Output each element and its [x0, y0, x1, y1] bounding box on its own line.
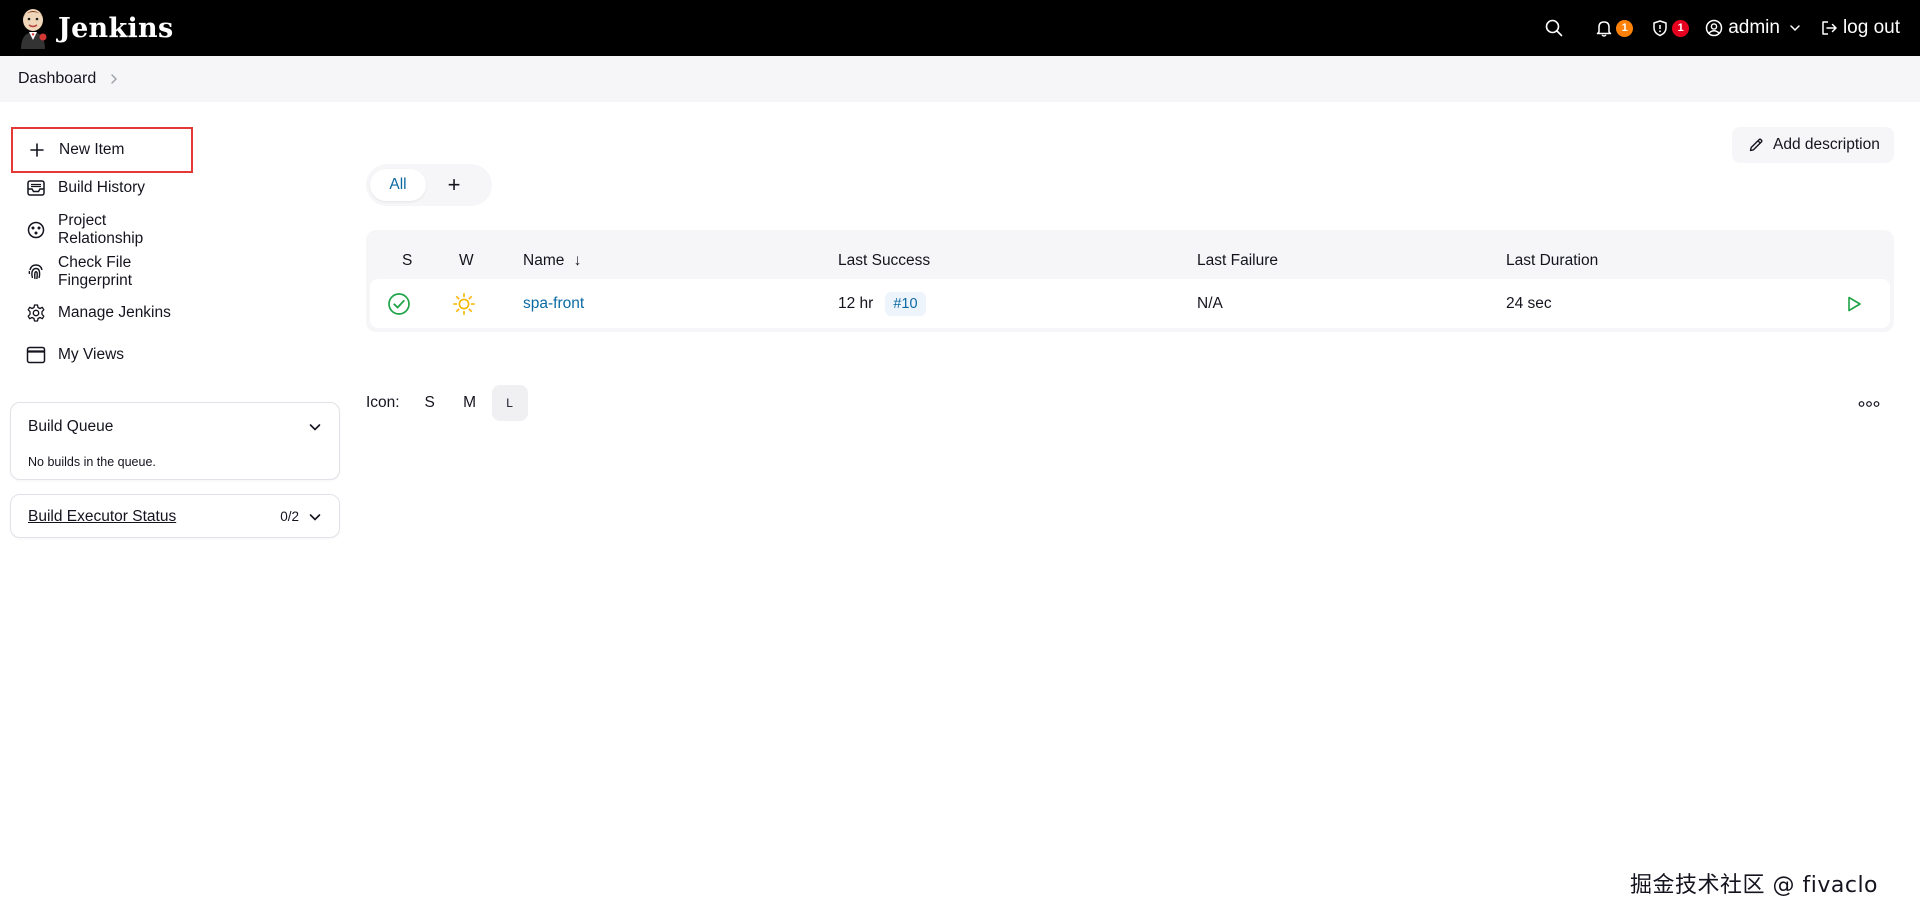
notifications-badge: 1 — [1616, 19, 1634, 37]
build-queue-pane: Build Queue No builds in the queue. — [10, 402, 340, 480]
last-failure-cell: N/A — [1197, 294, 1223, 312]
gear-icon — [26, 303, 46, 323]
weather-sunny-icon[interactable] — [452, 279, 476, 328]
column-header-last-duration[interactable]: Last Duration — [1506, 252, 1598, 270]
build-queue-title[interactable]: Build Queue — [28, 418, 113, 436]
icon-size-small[interactable]: S — [412, 385, 448, 421]
task-label: My Views — [58, 346, 125, 363]
pencil-icon — [1749, 138, 1763, 152]
add-description-button[interactable]: Add description — [1732, 127, 1894, 163]
icon-size-large[interactable]: L — [491, 385, 528, 421]
task-label: Manage Jenkins — [58, 304, 171, 321]
breadcrumb-dashboard[interactable]: Dashboard — [18, 70, 96, 88]
check-file-fingerprint-task[interactable]: Check File Fingerprint — [12, 251, 192, 293]
add-view-tab[interactable]: + — [426, 169, 482, 201]
table-row: spa-front 12 hr #10 N/A 24 sec — [370, 279, 1890, 328]
jenkins-logo[interactable]: Jenkins — [18, 7, 173, 49]
chevron-right-icon[interactable] — [108, 73, 120, 85]
schedule-build-button[interactable] — [1845, 279, 1863, 328]
search-button[interactable] — [1545, 19, 1563, 37]
last-success-build-link[interactable]: #10 — [885, 291, 926, 316]
projects-table: S W Name ↓ Last Success Last Failure Las… — [366, 230, 1894, 332]
plus-icon — [27, 140, 47, 160]
tab-all[interactable]: All — [370, 169, 426, 201]
inbox-icon — [26, 178, 46, 198]
chevron-down-icon — [1790, 25, 1800, 32]
build-queue-empty-message: No builds in the queue. — [28, 455, 156, 469]
security-button[interactable]: 1 — [1651, 19, 1690, 37]
view-tabs: All + — [366, 164, 492, 206]
add-description-label: Add description — [1773, 136, 1880, 153]
column-header-last-success[interactable]: Last Success — [838, 252, 930, 270]
column-header-name-label: Name — [523, 252, 565, 269]
window-icon — [26, 345, 46, 365]
user-menu[interactable]: admin — [1705, 17, 1802, 39]
chevron-down-icon[interactable] — [307, 509, 323, 525]
task-label: Check File Fingerprint — [58, 254, 133, 289]
header-actions: 1 1 admin log out — [1545, 0, 1900, 56]
bell-icon — [1596, 21, 1612, 37]
top-header: Jenkins 1 1 admin log out — [0, 0, 1920, 56]
build-executor-title[interactable]: Build Executor Status — [28, 508, 176, 526]
task-label: Project Relationship — [58, 212, 144, 247]
last-success-cell: 12 hr #10 — [838, 279, 926, 328]
last-duration-cell: 24 sec — [1506, 294, 1552, 312]
column-header-weather[interactable]: W — [459, 252, 474, 270]
build-history-task[interactable]: Build History — [12, 167, 192, 209]
more-options-icon[interactable] — [1858, 395, 1880, 413]
task-label: New Item — [59, 141, 125, 158]
last-success-time: 12 hr — [838, 294, 874, 312]
chevron-down-icon[interactable] — [307, 419, 323, 435]
my-views-task[interactable]: My Views — [12, 334, 192, 376]
sort-arrow-down-icon: ↓ — [573, 252, 582, 269]
shield-icon — [1653, 20, 1667, 37]
user-icon — [1705, 19, 1723, 37]
watermark: 掘金技术社区 @ fivaclo — [1630, 873, 1879, 898]
app-name: Jenkins — [58, 12, 174, 44]
notifications-button[interactable]: 1 — [1595, 19, 1634, 37]
jenkins-butler-icon — [18, 7, 48, 49]
executor-count: 0/2 — [280, 509, 299, 524]
fingerprint-icon — [26, 262, 46, 282]
column-header-name[interactable]: Name ↓ — [523, 252, 581, 270]
icon-size-medium[interactable]: M — [452, 385, 488, 421]
logout-label: log out — [1842, 17, 1900, 38]
task-label: Build History — [58, 179, 145, 196]
user-name: admin — [1728, 17, 1780, 38]
build-executor-pane: Build Executor Status 0/2 — [10, 494, 340, 538]
security-badge: 1 — [1672, 19, 1690, 37]
status-success-icon[interactable] — [387, 279, 411, 328]
column-header-last-failure[interactable]: Last Failure — [1197, 252, 1278, 270]
logout-icon — [1822, 21, 1837, 35]
project-relationship-task[interactable]: Project Relationship — [12, 209, 192, 251]
job-name-link[interactable]: spa-front — [523, 279, 584, 328]
search-icon — [1545, 19, 1563, 37]
relationship-icon — [26, 220, 46, 240]
icon-size-label: Icon: — [366, 394, 400, 411]
manage-jenkins-task[interactable]: Manage Jenkins — [12, 292, 192, 334]
column-header-status[interactable]: S — [402, 252, 412, 270]
breadcrumb: Dashboard — [0, 56, 1920, 102]
logout-button[interactable]: log out — [1820, 17, 1900, 39]
play-icon — [1848, 296, 1861, 311]
icon-size-selector: Icon: S M L — [366, 385, 528, 421]
